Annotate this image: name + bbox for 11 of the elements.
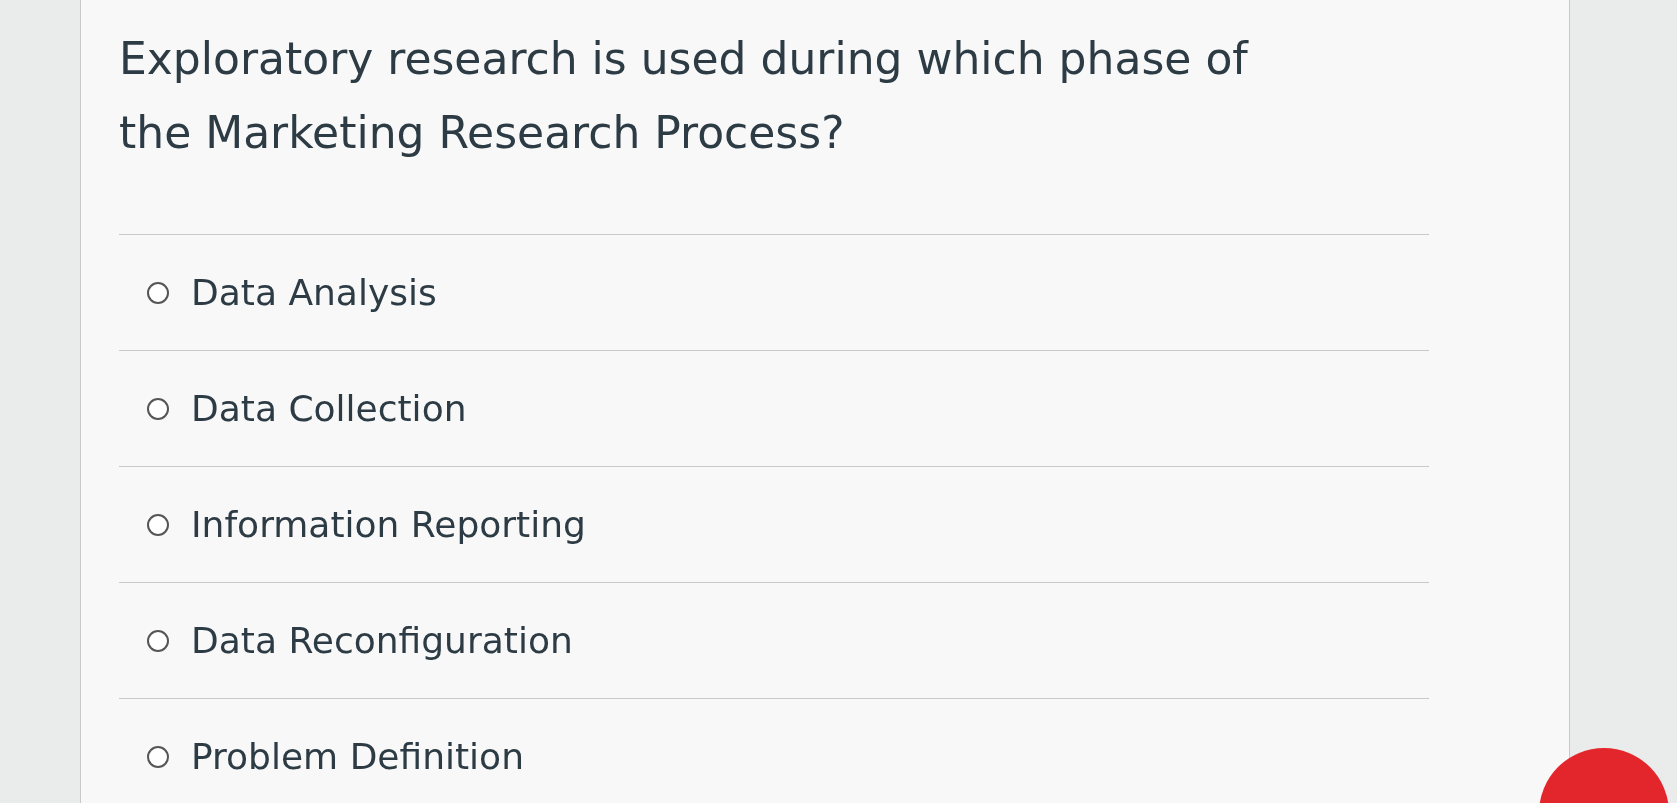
radio-button[interactable]	[147, 397, 169, 420]
question-text: Exploratory research is used during which phase of the Marketing Research Process?	[119, 32, 1250, 160]
option-label[interactable]: Data Analysis	[191, 272, 437, 313]
option-label[interactable]: Problem Definition	[191, 736, 524, 777]
radio-button[interactable]	[147, 281, 169, 304]
option-label[interactable]: Data Reconfiguration	[191, 620, 573, 661]
radio-button[interactable]	[147, 513, 169, 536]
radio-button[interactable]	[147, 629, 169, 652]
option-label[interactable]: Information Reporting	[191, 504, 586, 545]
radio-button[interactable]	[147, 745, 169, 768]
option-label[interactable]: Data Collection	[191, 388, 467, 429]
